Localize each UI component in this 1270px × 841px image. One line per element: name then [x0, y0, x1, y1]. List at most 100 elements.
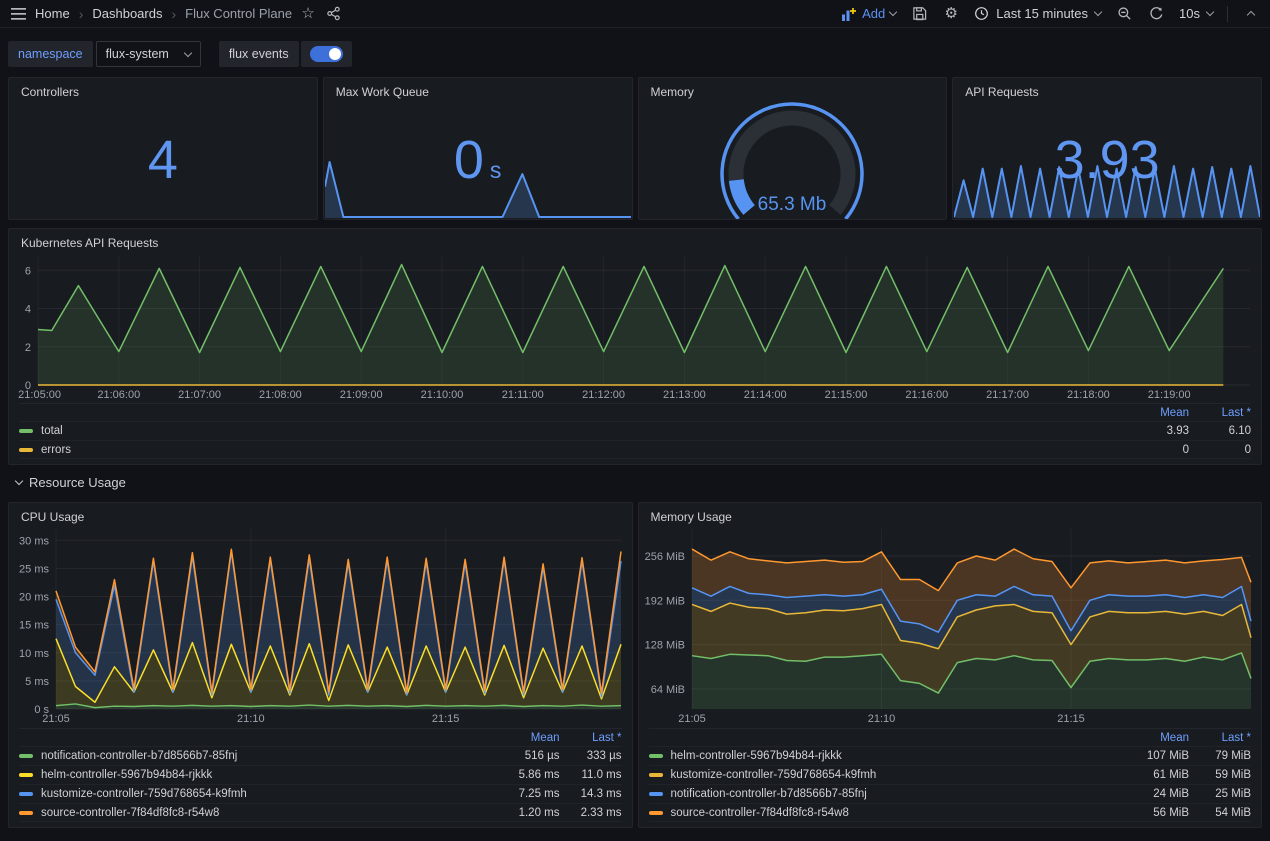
x-axis-tick-label: 21:13:00 [663, 389, 706, 401]
legend-last-value: 2.33 ms [560, 807, 622, 819]
refresh-interval-dropdown[interactable]: 10s [1179, 6, 1213, 21]
y-axis-tick-label: 25 ms [19, 563, 49, 575]
legend-mean-value: 5.86 ms [480, 769, 560, 781]
legend-mean-value: 7.25 ms [480, 788, 560, 800]
legend-row: notification-controller-b7d8566b7-85fnj 2… [649, 784, 1252, 803]
panel-title[interactable]: Memory Usage [639, 503, 1262, 526]
x-axis-tick-label: 21:06:00 [97, 389, 140, 401]
legend-sort-last[interactable]: Last * [560, 732, 622, 744]
chart-canvas: 21:0521:1021:1564 MiB128 MiB192 MiB256 M… [644, 529, 1253, 726]
y-axis-tick-label: 15 ms [19, 620, 49, 632]
flux-events-toggle-container [301, 41, 352, 67]
y-axis-tick-label: 20 ms [19, 592, 49, 604]
x-axis-tick-label: 21:11:00 [502, 389, 544, 401]
cpu-usage-legend: MeanLast * notification-controller-b7d856… [19, 728, 622, 822]
x-axis-tick-label: 21:16:00 [905, 389, 948, 401]
series-color-swatch[interactable] [649, 792, 663, 796]
panel-title[interactable]: Kubernetes API Requests [9, 229, 1261, 252]
gauge-canvas: 65.3 Mb [667, 98, 917, 220]
series-color-swatch[interactable] [649, 811, 663, 815]
save-icon[interactable] [910, 4, 928, 24]
x-axis-tick-label: 21:14:00 [744, 389, 787, 401]
legend-row: notification-controller-b7d8566b7-85fnj5… [19, 746, 622, 765]
legend-mean-value: 0 [1109, 444, 1189, 456]
legend-series-name[interactable]: notification-controller-b7d8566b7-85fnj [671, 788, 1110, 800]
controllers-panel: Controllers 4 [8, 77, 318, 220]
panel-title[interactable]: API Requests [953, 78, 1261, 101]
x-axis-tick-label: 21:18:00 [1067, 389, 1110, 401]
series-color-swatch[interactable] [19, 448, 33, 452]
x-axis-tick-label: 21:17:00 [986, 389, 1029, 401]
panel-title[interactable]: Controllers [9, 78, 317, 101]
series-color-swatch[interactable] [19, 792, 33, 796]
max-work-queue-panel: Max Work Queue 0 s [323, 77, 633, 220]
legend-sort-mean[interactable]: Mean [1109, 732, 1189, 744]
legend-last-value: 333 µs [560, 750, 622, 762]
chevron-down-icon [15, 476, 23, 484]
series-color-swatch[interactable] [649, 754, 663, 758]
series-color-swatch[interactable] [19, 429, 33, 433]
section-title: Resource Usage [29, 475, 126, 490]
series-color-swatch[interactable] [19, 773, 33, 777]
legend-series-name[interactable]: total [41, 425, 1109, 437]
x-axis-tick-label: 21:15 [432, 713, 460, 725]
breadcrumb-separator: › [77, 6, 86, 22]
menu-icon[interactable] [10, 4, 28, 24]
legend-sort-last[interactable]: Last * [1189, 732, 1251, 744]
memory-gauge-panel: Memory 65.3 Mb [638, 77, 948, 220]
y-axis-tick-label: 64 MiB [650, 684, 684, 696]
legend-last-value: 54 MiB [1189, 807, 1251, 819]
chart-canvas: 21:05:0021:06:0021:07:0021:08:0021:09:00… [14, 255, 1252, 402]
add-button[interactable]: Add [841, 6, 896, 22]
cpu-usage-panel: CPU Usage 21:0521:1021:150 s5 ms10 ms15 … [8, 502, 633, 828]
time-range-picker[interactable]: Last 15 minutes [974, 6, 1101, 21]
series-color-swatch[interactable] [19, 811, 33, 815]
flux-events-toggle[interactable] [310, 46, 343, 62]
clock-icon [974, 6, 989, 21]
legend-series-name[interactable]: kustomize-controller-759d768654-k9fmh [671, 769, 1110, 781]
legend-row: source-controller-7f84df8fc8-r54w856 MiB… [649, 803, 1252, 822]
legend-last-value: 11.0 ms [560, 769, 622, 781]
legend-last-value: 25 MiB [1189, 788, 1251, 800]
legend-mean-value: 61 MiB [1109, 769, 1189, 781]
legend-sort-mean[interactable]: Mean [1109, 407, 1189, 419]
zoom-out-icon[interactable] [1115, 4, 1133, 24]
breadcrumb-dashboards[interactable]: Dashboards [92, 6, 162, 21]
collapse-icon[interactable] [1242, 4, 1260, 24]
star-icon[interactable]: ☆ [299, 4, 317, 24]
legend-series-name[interactable]: source-controller-7f84df8fc8-r54w8 [671, 807, 1110, 819]
legend-series-name[interactable]: kustomize-controller-759d768654-k9fmh [41, 788, 480, 800]
legend-mean-value: 516 µs [480, 750, 560, 762]
legend-sort-last[interactable]: Last * [1189, 407, 1251, 419]
legend-series-name[interactable]: notification-controller-b7d8566b7-85fnj [41, 750, 480, 762]
y-axis-tick-label: 2 [25, 342, 31, 354]
legend-series-name[interactable]: helm-controller-5967b94b84-rjkkk [41, 769, 480, 781]
legend-last-value: 79 MiB [1189, 750, 1251, 762]
legend-mean-value: 1.20 ms [480, 807, 560, 819]
legend-series-name[interactable]: helm-controller-5967b94b84-rjkkk [671, 750, 1110, 762]
memory-usage-chart[interactable]: 21:0521:1021:1564 MiB128 MiB192 MiB256 M… [644, 529, 1253, 726]
panel-title[interactable]: Max Work Queue [324, 78, 632, 101]
legend-series-name[interactable]: errors [41, 444, 1109, 456]
namespace-variable-label: namespace [8, 41, 93, 67]
resource-usage-section-header[interactable]: Resource Usage [16, 473, 1254, 491]
refresh-icon[interactable] [1147, 4, 1165, 24]
namespace-variable-select[interactable]: flux-system [96, 41, 201, 67]
cpu-usage-chart[interactable]: 21:0521:1021:150 s5 ms10 ms15 ms20 ms25 … [14, 529, 623, 726]
panel-title[interactable]: CPU Usage [9, 503, 632, 526]
legend-last-value: 59 MiB [1189, 769, 1251, 781]
share-icon[interactable] [324, 4, 342, 24]
gear-icon[interactable]: ⚙ [942, 4, 960, 24]
flux-events-label: flux events [219, 41, 299, 67]
chart-canvas: 21:0521:1021:150 s5 ms10 ms15 ms20 ms25 … [14, 529, 623, 726]
series-color-swatch[interactable] [19, 754, 33, 758]
legend-sort-mean[interactable]: Mean [480, 732, 560, 744]
breadcrumb-home[interactable]: Home [35, 6, 70, 21]
y-axis-tick-label: 5 ms [25, 676, 49, 688]
api-requests-panel: API Requests 3.93 [952, 77, 1262, 220]
variables-bar: namespace flux-system flux events [0, 28, 1270, 77]
k8s-api-chart[interactable]: 21:05:0021:06:0021:07:0021:08:0021:09:00… [14, 255, 1252, 402]
work-queue-unit: s [490, 157, 502, 184]
series-color-swatch[interactable] [649, 773, 663, 777]
legend-series-name[interactable]: source-controller-7f84df8fc8-r54w8 [41, 807, 480, 819]
